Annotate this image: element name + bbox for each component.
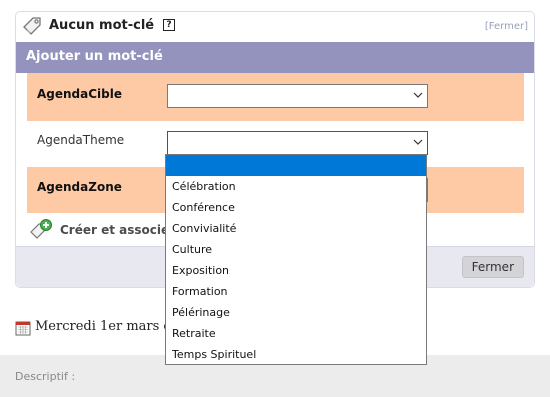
help-icon[interactable]: ?	[163, 19, 175, 31]
dropdown-option[interactable]: Convivialité	[166, 218, 426, 239]
dropdown-option[interactable]: Pélérinage	[166, 302, 426, 323]
agendacible-select[interactable]	[167, 84, 428, 108]
field-label-agendazone: AgendaZone	[37, 180, 122, 194]
panel-header: Aucun mot-clé ? [Fermer]	[16, 12, 534, 42]
field-label-agendacible: AgendaCible	[37, 87, 123, 101]
add-tag-icon	[30, 219, 52, 239]
close-button[interactable]: Fermer	[461, 256, 524, 278]
panel-title: Aucun mot-clé	[49, 18, 155, 33]
dropdown-option-empty[interactable]	[166, 155, 426, 176]
calendar-icon	[15, 321, 31, 336]
dropdown-option[interactable]: Temps Spirituel	[166, 344, 426, 365]
close-link[interactable]: [Fermer]	[485, 21, 528, 32]
agendatheme-select[interactable]	[167, 131, 428, 155]
dropdown-option[interactable]: Conférence	[166, 197, 426, 218]
dropdown-option[interactable]: Retraite	[166, 323, 426, 344]
dropdown-option[interactable]: Célébration	[166, 176, 426, 197]
dropdown-option[interactable]: Formation	[166, 281, 426, 302]
chevron-down-icon	[413, 139, 423, 145]
dropdown-option[interactable]: Exposition	[166, 260, 426, 281]
dropdown-option[interactable]: Culture	[166, 239, 426, 260]
field-label-agendatheme: AgendaTheme	[37, 133, 125, 147]
description-label: Descriptif :	[15, 370, 76, 383]
event-date: Mercredi 1er mars c	[35, 319, 171, 334]
chevron-down-icon	[413, 92, 423, 98]
agendatheme-dropdown-list[interactable]: Célébration Conférence Convivialité Cult…	[165, 154, 427, 365]
field-row-agendacible: AgendaCible	[27, 73, 524, 121]
tag-icon	[23, 17, 41, 35]
add-keyword-heading: Ajouter un mot-clé	[16, 42, 534, 73]
